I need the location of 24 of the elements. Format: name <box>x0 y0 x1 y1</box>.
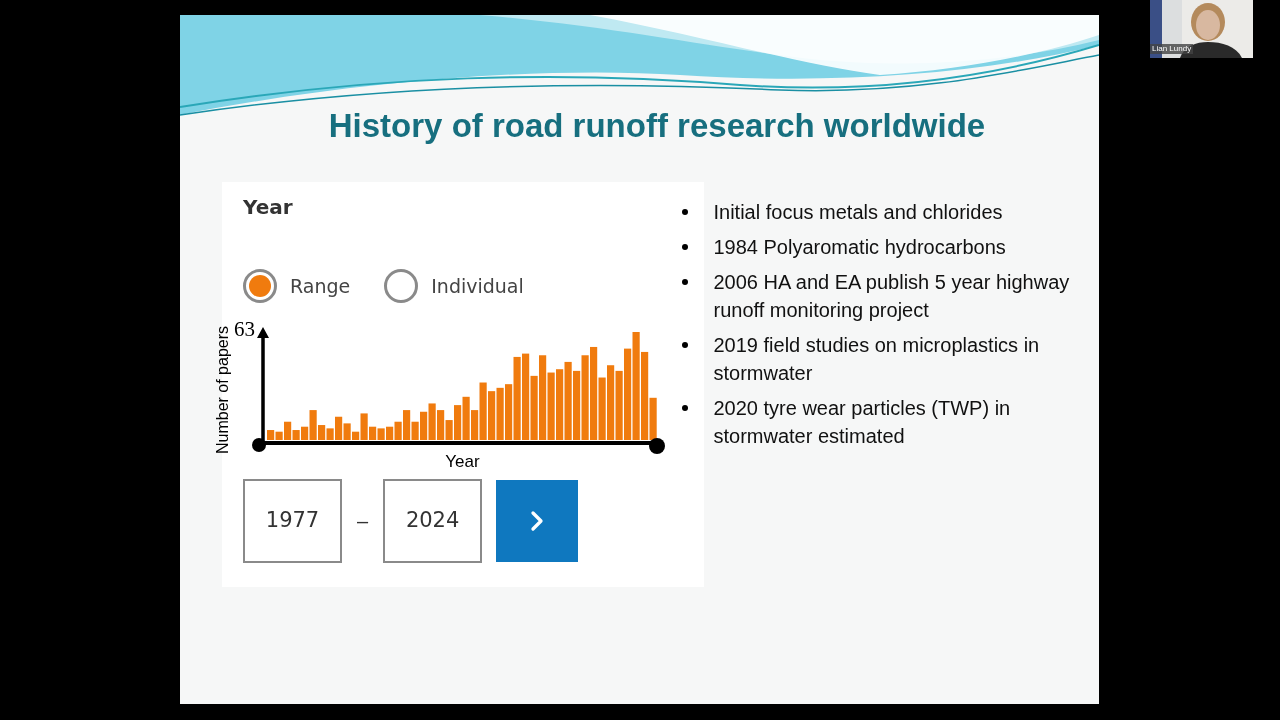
bullet-text: 2020 tyre wear particles (TWP) in stormwater estimated <box>713 396 1012 450</box>
bullet-text: 1984 Polyaromatic hydrocarbons <box>713 235 1006 261</box>
radio-icon[interactable] <box>384 269 419 304</box>
bullet-text: 2006 HA and EA publish 5 year highway runoff monitoring project <box>713 270 1071 324</box>
range-separator: – <box>357 508 369 534</box>
apply-button[interactable] <box>496 479 579 562</box>
slide-title: History of road runoff research worldwide <box>328 106 986 146</box>
participant-name: Lian Lundy <box>1150 44 1194 54</box>
year-to-field[interactable]: 2024 <box>383 478 483 563</box>
bullet-icon <box>682 244 689 251</box>
filter-title: Year <box>243 194 293 222</box>
radio-selected-icon[interactable] <box>243 269 277 304</box>
bullet-icon <box>682 405 689 412</box>
x-axis-label: Year <box>445 451 480 473</box>
bullet-icon <box>682 279 689 286</box>
year-from-field[interactable]: 1977 <box>243 478 342 563</box>
bullet-text: Initial focus metals and chlorides <box>713 200 1003 226</box>
radio-option[interactable]: Individual <box>384 269 524 304</box>
y-max-label: 63 <box>234 319 255 341</box>
bullet-icon <box>682 209 689 216</box>
bullet-icon <box>682 342 689 349</box>
y-axis-label: Number of papers <box>213 324 232 456</box>
radio-option[interactable]: Range <box>243 269 351 304</box>
bullet-text: 2019 field studies on microplastics in stormwater <box>713 333 1041 387</box>
